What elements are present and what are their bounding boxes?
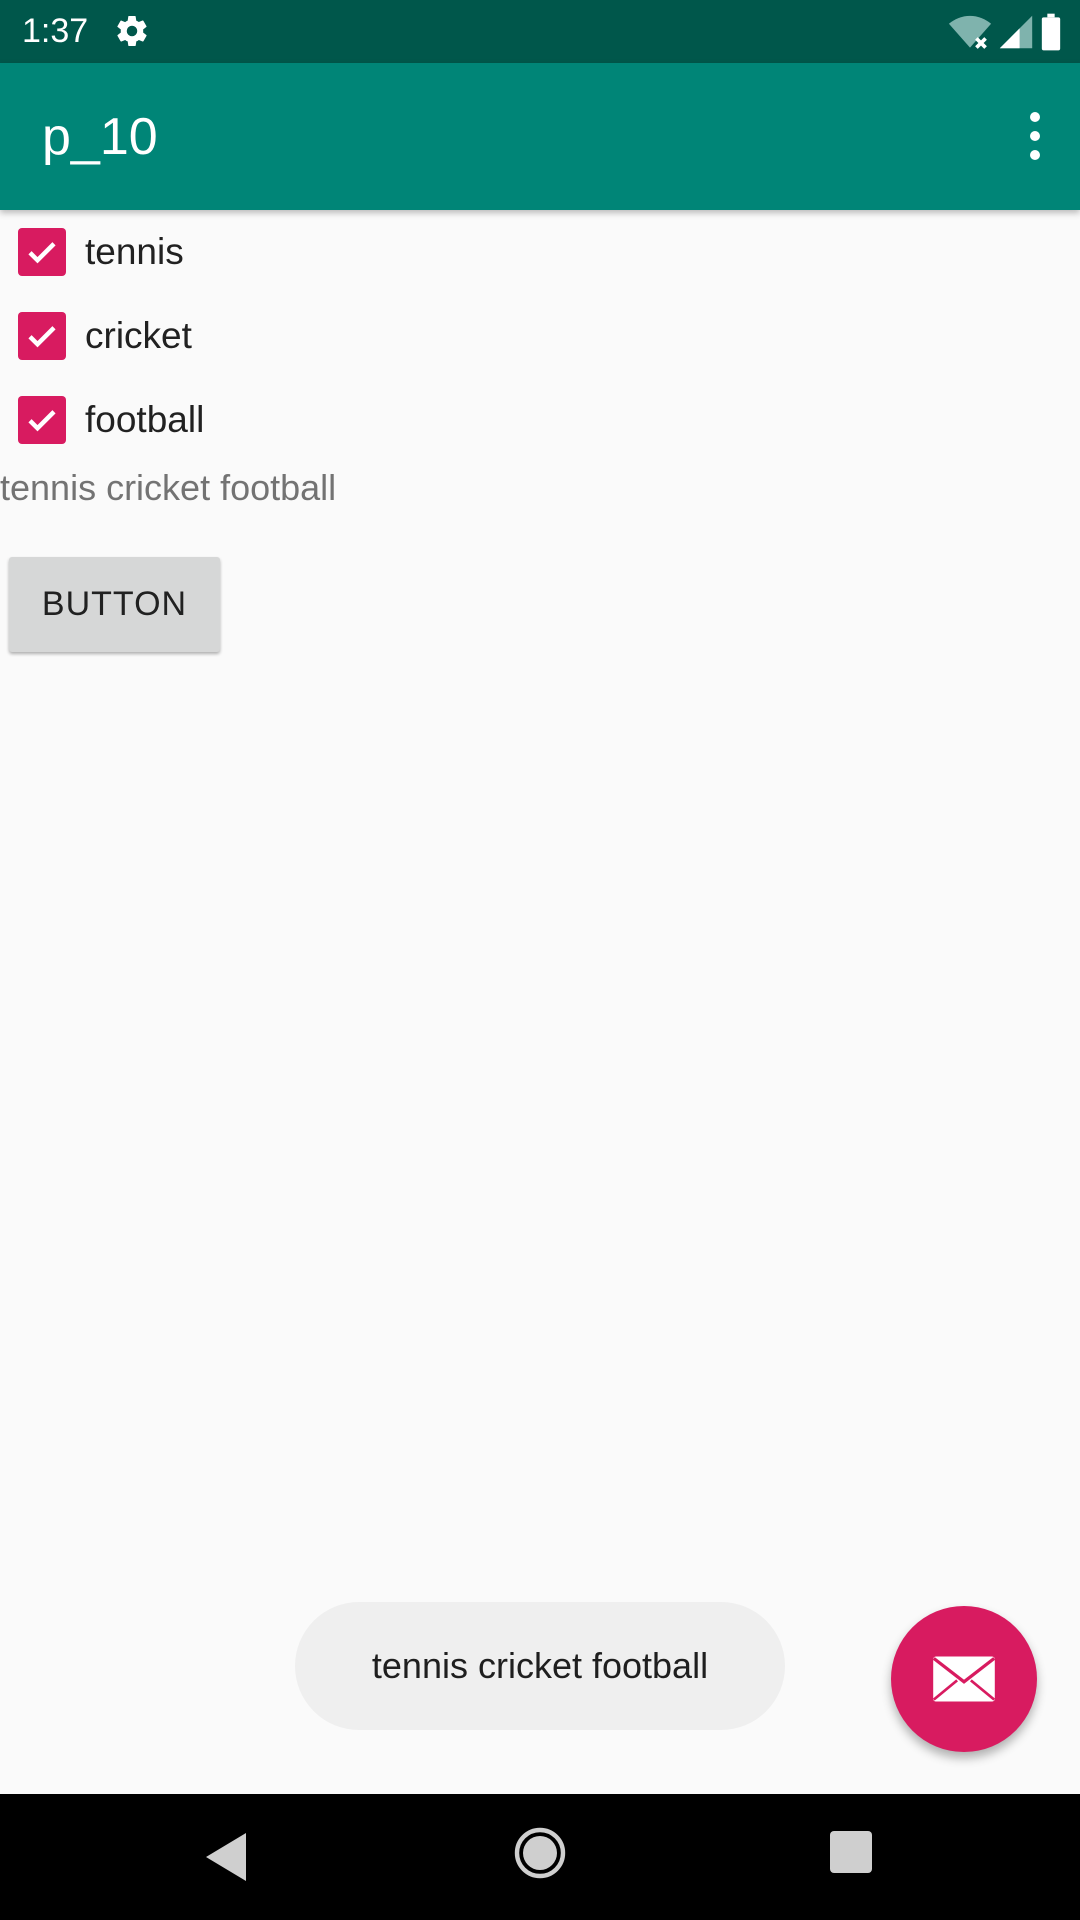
navigation-bar xyxy=(0,1794,1080,1920)
email-icon xyxy=(932,1656,996,1702)
screen: 1:37 p_10 tennis cricket football tennis… xyxy=(0,0,1080,1920)
checkbox-label: tennis xyxy=(85,231,184,272)
back-icon[interactable] xyxy=(202,1829,250,1885)
more-vert-icon[interactable] xyxy=(1012,103,1058,169)
recents-icon[interactable] xyxy=(830,1831,872,1873)
selected-sports-text: tennis cricket football xyxy=(0,467,337,508)
checkbox-tennis[interactable]: tennis xyxy=(18,222,184,282)
cellular-signal-icon xyxy=(999,15,1033,49)
checkbox-cricket[interactable]: cricket xyxy=(18,306,192,366)
status-bar: 1:37 xyxy=(0,0,1080,63)
app-bar: p_10 xyxy=(0,63,1080,210)
main-button[interactable]: BUTTON xyxy=(9,557,220,652)
wifi-off-icon xyxy=(948,15,992,49)
toast-text: tennis cricket football xyxy=(371,1645,709,1686)
checkbox-label: football xyxy=(85,399,205,440)
menu-dot xyxy=(1030,150,1040,160)
battery-icon xyxy=(1041,13,1061,51)
app-title: p_10 xyxy=(42,108,158,166)
checkbox-football[interactable]: football xyxy=(18,390,204,450)
checkbox-checked-icon[interactable] xyxy=(18,312,66,360)
menu-dot xyxy=(1030,112,1040,122)
checkbox-checked-icon[interactable] xyxy=(18,228,66,276)
checkbox-checked-icon[interactable] xyxy=(18,396,66,444)
settings-gear-icon xyxy=(117,16,147,47)
home-icon[interactable] xyxy=(514,1827,566,1879)
toast-message: tennis cricket football xyxy=(295,1602,785,1730)
status-time: 1:37 xyxy=(22,12,89,50)
checkbox-label: cricket xyxy=(85,315,192,356)
fab-email-button[interactable] xyxy=(891,1606,1037,1752)
menu-dot xyxy=(1030,131,1040,141)
status-icons xyxy=(948,12,1062,52)
